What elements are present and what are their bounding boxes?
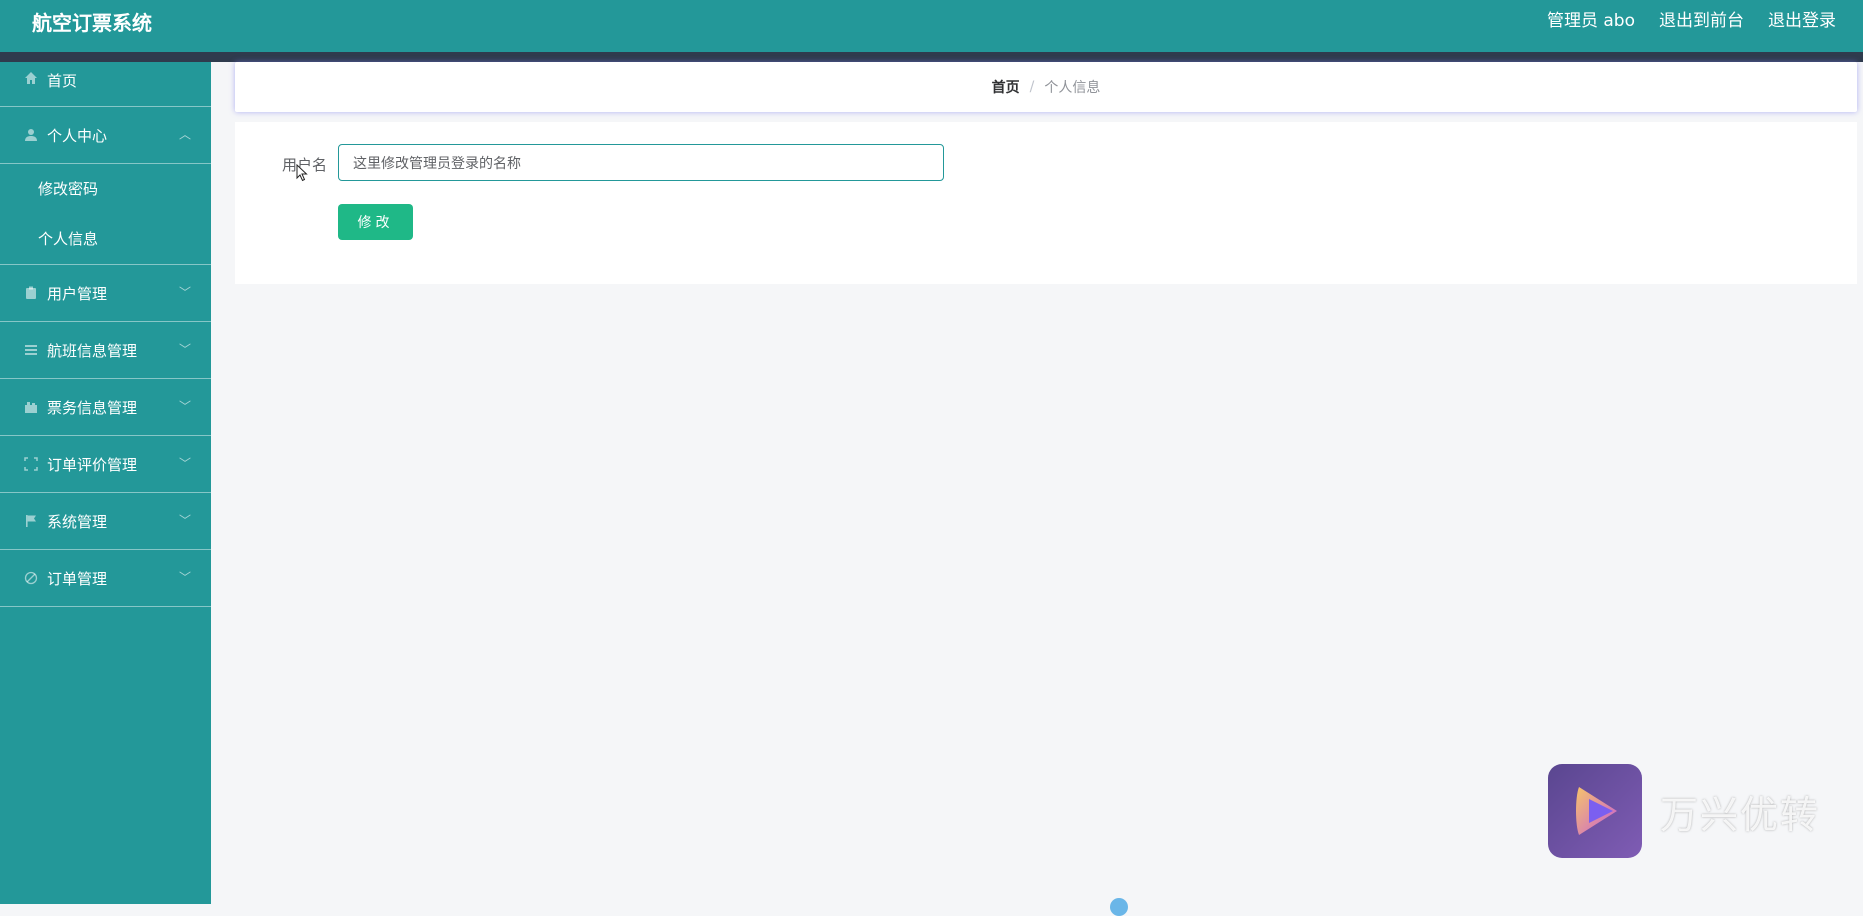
chevron-down-icon: ﹀	[178, 570, 191, 585]
sidebar-item-system-management[interactable]: 系统管理 ﹀	[0, 493, 211, 550]
app-title: 航空订票系统	[32, 11, 152, 35]
ticket-icon	[23, 399, 39, 415]
watermark-logo-icon	[1548, 764, 1642, 858]
list-icon	[23, 342, 39, 358]
sidebar-item-review-management[interactable]: 订单评价管理 ﹀	[0, 436, 211, 493]
breadcrumb-current: 个人信息	[1044, 80, 1101, 96]
flag-icon	[23, 513, 39, 529]
sidebar-item-home[interactable]: 首页	[0, 62, 211, 107]
breadcrumb-separator: /	[1029, 79, 1035, 95]
breadcrumb-home[interactable]: 首页	[992, 77, 1020, 97]
sidebar-item-order-management[interactable]: 订单管理 ﹀	[0, 550, 211, 607]
watermark-text: 万兴优转	[1660, 792, 1821, 837]
chevron-down-icon: ﹀	[178, 513, 191, 528]
header-divider-strip	[0, 52, 1863, 62]
chevron-down-icon: ﹀	[178, 456, 191, 471]
sidebar-item-ticket-management[interactable]: 票务信息管理 ﹀	[0, 379, 211, 436]
personal-center-submenu: 修改密码 个人信息	[0, 164, 211, 265]
sidebar-item-label: 订单管理	[47, 569, 108, 588]
frame-icon	[23, 456, 39, 472]
user-icon	[23, 127, 39, 143]
username-input[interactable]	[338, 144, 944, 181]
personal-info-form: 用户名 修改	[235, 122, 1857, 284]
sidebar-item-label: 订单评价管理	[47, 455, 138, 474]
sidebar-item-flight-management[interactable]: 航班信息管理 ﹀	[0, 322, 211, 379]
chevron-down-icon: ﹀	[178, 399, 191, 414]
sidebar-item-label: 首页	[47, 72, 78, 90]
sidebar-item-personal-center[interactable]: 个人中心 ︿	[0, 107, 211, 164]
mouse-cursor-icon	[296, 163, 308, 186]
sidebar-item-label: 个人中心	[47, 126, 108, 145]
sidebar-item-change-password[interactable]: 修改密码	[0, 164, 211, 214]
chevron-down-icon: ﹀	[178, 342, 191, 357]
sidebar-item-label: 航班信息管理	[47, 341, 138, 360]
chevron-up-icon: ︿	[178, 127, 191, 142]
sidebar-item-label: 系统管理	[47, 512, 108, 531]
breadcrumb: 首页 / 个人信息	[235, 62, 1857, 112]
sidebar-item-label: 票务信息管理	[47, 398, 138, 417]
tag-icon	[23, 570, 39, 586]
chevron-down-icon: ﹀	[178, 285, 191, 300]
header-actions: 管理员 abo 退出到前台 退出登录	[1547, 10, 1836, 32]
logout-link[interactable]: 退出登录	[1768, 10, 1836, 32]
home-icon	[23, 70, 39, 86]
top-header: 航空订票系统 管理员 abo 退出到前台 退出登录	[0, 0, 1863, 52]
watermark: 万兴优转	[1548, 764, 1820, 858]
admin-user-label: 管理员 abo	[1546, 11, 1635, 31]
sidebar-item-user-management[interactable]: 用户管理 ﹀	[0, 265, 211, 322]
back-to-front-link[interactable]: 退出到前台	[1659, 10, 1744, 32]
sidebar-item-personal-info[interactable]: 个人信息	[0, 214, 211, 264]
sidebar-item-label: 用户管理	[47, 284, 108, 303]
loading-indicator-icon	[1110, 898, 1128, 916]
modify-button[interactable]: 修改	[338, 204, 413, 240]
clipboard-icon	[23, 285, 39, 301]
sidebar: 首页 个人中心 ︿ 修改密码 个人信息 用户管理 ﹀ 航班信息管理 ﹀ 票务信息…	[0, 62, 211, 904]
